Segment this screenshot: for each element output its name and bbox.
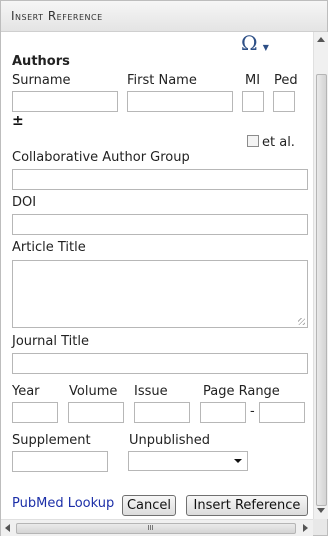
- vertical-scroll-thumb[interactable]: [316, 74, 327, 506]
- first-name-label: First Name: [127, 73, 197, 88]
- add-author-icon[interactable]: ±: [12, 113, 24, 129]
- ped-input[interactable]: [273, 91, 295, 112]
- first-name-input[interactable]: [127, 91, 233, 112]
- surname-label: Surname: [12, 73, 71, 88]
- scroll-down-icon[interactable]: [317, 508, 325, 513]
- collaborative-author-group-input[interactable]: [12, 169, 308, 190]
- page-range-separator: -: [250, 404, 255, 419]
- horizontal-scroll-thumb[interactable]: [16, 523, 296, 534]
- unpublished-select[interactable]: [128, 451, 248, 471]
- page-range-label: Page Range: [203, 384, 280, 399]
- doi-label: DOI: [12, 195, 37, 210]
- collaborative-author-group-label: Collaborative Author Group: [12, 150, 190, 165]
- omega-icon: Ω: [241, 32, 258, 55]
- mi-input[interactable]: [242, 91, 264, 112]
- supplement-label: Supplement: [12, 433, 91, 448]
- special-characters-button[interactable]: Ω ▼: [241, 32, 269, 55]
- unpublished-label: Unpublished: [129, 433, 210, 448]
- issue-input[interactable]: [134, 402, 190, 423]
- cancel-button[interactable]: Cancel: [122, 495, 176, 516]
- scroll-up-icon[interactable]: [317, 37, 325, 42]
- et-al-checkbox[interactable]: [247, 135, 259, 147]
- resize-grip-icon[interactable]: [298, 318, 305, 325]
- et-al-label: et al.: [262, 135, 295, 150]
- article-title-label: Article Title: [12, 240, 86, 255]
- horizontal-scrollbar[interactable]: [1, 519, 313, 536]
- page-range-start-input[interactable]: [200, 402, 246, 423]
- mi-label: MI: [245, 73, 261, 88]
- supplement-input[interactable]: [12, 451, 108, 472]
- doi-input[interactable]: [12, 214, 308, 235]
- insert-reference-button[interactable]: Insert Reference: [186, 495, 308, 516]
- title-bar[interactable]: Insert Reference: [1, 1, 327, 32]
- issue-label: Issue: [134, 384, 168, 399]
- window-title: Insert Reference: [11, 9, 103, 23]
- dropdown-arrow-icon: [234, 459, 242, 463]
- scroll-left-icon[interactable]: [5, 524, 10, 532]
- year-input[interactable]: [12, 402, 58, 423]
- scroll-right-icon[interactable]: [303, 524, 308, 532]
- dialog-content: Ω ▼ Authors Surname First Name MI Ped ± …: [1, 32, 313, 519]
- year-label: Year: [12, 384, 40, 399]
- ped-label: Ped: [274, 73, 298, 88]
- surname-input[interactable]: [12, 91, 118, 112]
- page-range-end-input[interactable]: [259, 402, 305, 423]
- chevron-down-icon: ▼: [262, 43, 269, 52]
- journal-title-label: Journal Title: [12, 334, 89, 349]
- volume-label: Volume: [69, 384, 118, 399]
- vertical-scrollbar[interactable]: [313, 32, 328, 519]
- volume-input[interactable]: [68, 402, 124, 423]
- article-title-textarea[interactable]: [12, 260, 308, 328]
- scrollbar-corner: [313, 519, 327, 535]
- authors-heading: Authors: [12, 54, 70, 69]
- pubmed-lookup-link[interactable]: PubMed Lookup: [12, 496, 114, 511]
- journal-title-input[interactable]: [12, 353, 308, 374]
- insert-reference-window: Insert Reference Ω ▼ Authors Surname Fir…: [0, 0, 328, 536]
- scroll-grip-icon: [148, 525, 154, 530]
